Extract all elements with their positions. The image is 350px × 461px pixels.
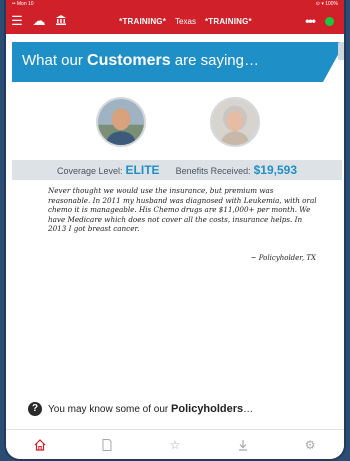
benefits-received: Benefits Received: $19,593 <box>176 163 297 177</box>
header-banner: What our Customers are saying… <box>12 42 344 82</box>
bank-svg <box>56 14 66 25</box>
man-photo-icon <box>98 99 144 145</box>
benefits-label: Benefits Received: <box>175 166 251 176</box>
bank-icon[interactable] <box>50 14 72 29</box>
customer-avatar-woman <box>210 97 260 147</box>
coverage-level-label: Coverage Level: <box>57 166 123 176</box>
tab-favorites[interactable]: ☆ <box>160 434 190 456</box>
gear-icon: ⚙ <box>304 437 316 452</box>
app-frame: •• Mon 10 ⊙ ▾ 100% ☰ ☁ *TRAINING* Texas … <box>0 0 350 461</box>
training-label-right: *TRAINING* <box>204 16 252 26</box>
status-right: ⊙ ▾ 100% <box>315 1 338 7</box>
banner-suffix: are saying… <box>170 52 259 69</box>
star-icon: ☆ <box>169 437 181 452</box>
top-nav-bar: ☰ ☁ *TRAINING* Texas *TRAINING* ••• <box>6 8 344 34</box>
banner-prefix: What our <box>22 52 88 69</box>
status-bar: •• Mon 10 ⊙ ▾ 100% <box>6 0 344 8</box>
tab-documents[interactable] <box>92 434 122 456</box>
info-prefix: You may know some of our <box>48 404 172 415</box>
status-left: •• Mon 10 <box>12 1 34 7</box>
download-icon <box>238 439 247 451</box>
nav-center: *TRAINING* Texas *TRAINING* <box>72 17 299 26</box>
more-options-icon[interactable]: ••• <box>299 14 321 28</box>
woman-photo-icon <box>212 99 258 145</box>
bottom-tab-bar: ☆ ⚙ <box>6 429 344 459</box>
policyholders-text: You may know some of our Policyholders… <box>48 403 253 415</box>
policyholders-info[interactable]: ? You may know some of our Policyholders… <box>28 402 253 416</box>
coverage-level: Coverage Level: ELITE <box>57 163 160 177</box>
tab-settings[interactable]: ⚙ <box>295 434 325 456</box>
online-status-indicator <box>325 16 334 26</box>
testimonial-text: Never thought we would use the insurance… <box>48 186 317 234</box>
state-label[interactable]: Texas <box>175 17 196 26</box>
banner-title: What our Customers are saying… <box>22 52 259 70</box>
customer-avatar-man <box>96 97 146 147</box>
banner-bold: Customers <box>87 52 171 69</box>
home-icon <box>34 438 46 451</box>
testimonial-signature: ~ Policyholder, TX <box>250 254 316 262</box>
document-icon <box>102 438 112 451</box>
question-icon: ? <box>28 402 42 416</box>
side-drawer-handle[interactable] <box>338 42 344 60</box>
coverage-level-value: ELITE <box>125 163 160 177</box>
hamburger-menu-icon[interactable]: ☰ <box>6 13 28 29</box>
info-suffix: … <box>243 404 254 415</box>
info-bold: Policyholders <box>171 403 244 415</box>
training-label-left: *TRAINING* <box>119 16 167 26</box>
tab-home[interactable] <box>25 434 55 456</box>
cloud-icon[interactable]: ☁ <box>28 13 50 29</box>
device-screen: •• Mon 10 ⊙ ▾ 100% ☰ ☁ *TRAINING* Texas … <box>4 0 346 461</box>
tab-downloads[interactable] <box>228 434 258 456</box>
coverage-strip: Coverage Level: ELITE Benefits Received: $… <box>12 160 342 180</box>
benefits-value: $19,593 <box>253 163 297 177</box>
